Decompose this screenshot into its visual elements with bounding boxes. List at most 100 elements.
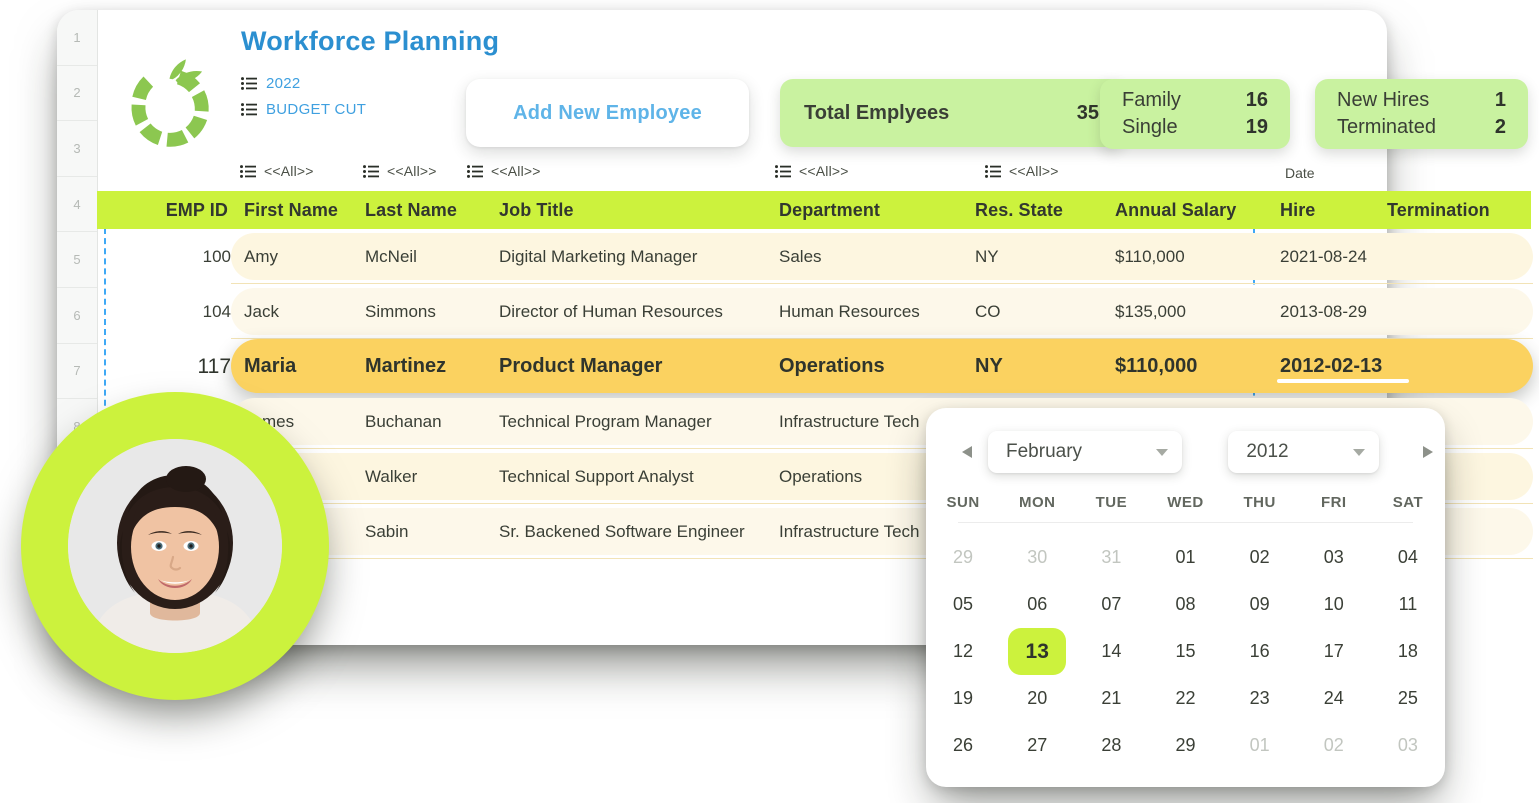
column-header-res-state[interactable]: Res. State	[975, 191, 1110, 229]
cell-emp-id[interactable]: 104	[135, 284, 231, 339]
column-header-emp-id[interactable]: EMP ID	[132, 191, 228, 229]
year-select[interactable]: 2012	[1228, 431, 1379, 473]
column-header-last-name[interactable]: Last Name	[365, 191, 497, 229]
cell-first[interactable]: Jack	[244, 284, 364, 339]
cell-salary[interactable]: $135,000	[1115, 284, 1275, 339]
cell-first[interactable]: Maria	[244, 339, 364, 394]
column-filter-1[interactable]: <<All>>	[363, 163, 437, 179]
cell-last[interactable]: Sabin	[365, 504, 497, 559]
cell-job[interactable]: Technical Support Analyst	[499, 449, 769, 504]
cell-last[interactable]: Walker	[365, 449, 497, 504]
calendar-day[interactable]: 27	[1000, 722, 1074, 769]
cell-dept[interactable]: Operations	[779, 339, 969, 394]
column-header-termination[interactable]: Termination	[1387, 191, 1537, 229]
cell-salary[interactable]: $110,000	[1115, 339, 1275, 394]
calendar-day[interactable]: 22	[1148, 675, 1222, 722]
calendar-day[interactable]: 10	[1297, 581, 1371, 628]
row-number-cell[interactable]: 7	[57, 344, 97, 400]
add-new-employee-button[interactable]: Add New Employee	[466, 79, 749, 147]
column-header-first-name[interactable]: First Name	[244, 191, 364, 229]
calendar-day[interactable]: 19	[926, 675, 1000, 722]
calendar-day[interactable]: 29	[1148, 722, 1222, 769]
cell-job[interactable]: Sr. Backened Software Engineer	[499, 504, 769, 559]
calendar-day[interactable]: 01	[1148, 534, 1222, 581]
calendar-day[interactable]: 01	[1223, 722, 1297, 769]
table-row[interactable]: 117 Maria Martinez Product Manager Operation…	[97, 339, 1533, 394]
calendar-day[interactable]: 26	[926, 722, 1000, 769]
calendar-day[interactable]: 02	[1297, 722, 1371, 769]
calendar-day[interactable]: 23	[1223, 675, 1297, 722]
cell-first[interactable]: Amy	[244, 229, 364, 284]
cell-last[interactable]: Martinez	[365, 339, 497, 394]
calendar-day[interactable]: 09	[1223, 581, 1297, 628]
calendar-day[interactable]: 03	[1371, 722, 1445, 769]
calendar-day[interactable]: 07	[1074, 581, 1148, 628]
calendar-day[interactable]: 21	[1074, 675, 1148, 722]
column-filter-4[interactable]: <<All>>	[985, 163, 1059, 179]
cell-last[interactable]: Simmons	[365, 284, 497, 339]
kpi-value: 19	[1245, 116, 1268, 138]
row-number-cell[interactable]: 6	[57, 288, 97, 344]
calendar-day[interactable]: 29	[926, 534, 1000, 581]
cell-state[interactable]: NY	[975, 339, 1110, 394]
calendar-day[interactable]: 03	[1297, 534, 1371, 581]
cell-job[interactable]: Technical Program Manager	[499, 394, 769, 449]
calendar-day[interactable]: 30	[1000, 534, 1074, 581]
cell-emp-id[interactable]: 117	[135, 339, 231, 394]
calendar-day-selected[interactable]: 13	[1000, 628, 1074, 675]
calendar-day[interactable]: 24	[1297, 675, 1371, 722]
calendar-day[interactable]: 05	[926, 581, 1000, 628]
cell-salary[interactable]: $110,000	[1115, 229, 1275, 284]
filter-label: <<All>>	[1009, 163, 1059, 179]
calendar-day[interactable]: 18	[1371, 628, 1445, 675]
meta-item-budget[interactable]: BUDGET CUT	[241, 98, 366, 120]
calendar-day[interactable]: 17	[1297, 628, 1371, 675]
cell-dept[interactable]: Human Resources	[779, 284, 969, 339]
month-select[interactable]: February	[988, 431, 1183, 473]
row-number-cell[interactable]: 1	[57, 10, 97, 66]
cell-emp-id[interactable]: 100	[135, 229, 231, 284]
cell-state[interactable]: CO	[975, 284, 1110, 339]
column-header-department[interactable]: Department	[779, 191, 969, 229]
column-header-annual-salary[interactable]: Annual Salary	[1115, 191, 1275, 229]
row-number-cell[interactable]: 2	[57, 66, 97, 122]
cell-dept[interactable]: Sales	[779, 229, 969, 284]
calendar-day[interactable]: 14	[1074, 628, 1148, 675]
cell-state[interactable]: NY	[975, 229, 1110, 284]
meta-item-year[interactable]: 2022	[241, 72, 366, 94]
calendar-day[interactable]: 31	[1074, 534, 1148, 581]
row-number-cell[interactable]: 3	[57, 121, 97, 177]
cell-job[interactable]: Product Manager	[499, 339, 769, 394]
calendar-day[interactable]: 20	[1000, 675, 1074, 722]
calendar-day[interactable]: 16	[1223, 628, 1297, 675]
table-row[interactable]: 104 Jack Simmons Director of Human Resource…	[97, 284, 1533, 339]
cell-last[interactable]: Buchanan	[365, 394, 497, 449]
row-number-cell[interactable]: 5	[57, 232, 97, 288]
column-header-hire[interactable]: Hire	[1280, 191, 1400, 229]
column-header-job-title[interactable]: Job Title	[499, 191, 769, 229]
calendar-day[interactable]: 25	[1371, 675, 1445, 722]
calendar-day[interactable]: 08	[1148, 581, 1222, 628]
cell-hire[interactable]: 2012-02-13	[1280, 339, 1400, 394]
column-filter-3[interactable]: <<All>>	[775, 163, 849, 179]
calendar-day[interactable]: 02	[1223, 534, 1297, 581]
calendar-day[interactable]: 04	[1371, 534, 1445, 581]
triangle-left-icon[interactable]	[950, 435, 984, 469]
cell-last[interactable]: McNeil	[365, 229, 497, 284]
column-filter-0[interactable]: <<All>>	[240, 163, 314, 179]
table-row[interactable]: 100 Amy McNeil Digital Marketing Manager Sal…	[97, 229, 1533, 284]
filter-label: <<All>>	[491, 163, 541, 179]
cell-job[interactable]: Digital Marketing Manager	[499, 229, 769, 284]
triangle-right-icon[interactable]	[1411, 435, 1445, 469]
cell-hire[interactable]: 2013-08-29	[1280, 284, 1400, 339]
column-filter-2[interactable]: <<All>>	[467, 163, 541, 179]
calendar-day[interactable]: 11	[1371, 581, 1445, 628]
cell-hire[interactable]: 2021-08-24	[1280, 229, 1400, 284]
calendar-day[interactable]: 28	[1074, 722, 1148, 769]
row-number-cell[interactable]: 4	[57, 177, 97, 233]
calendar-day[interactable]: 06	[1000, 581, 1074, 628]
calendar-day[interactable]: 12	[926, 628, 1000, 675]
cell-job[interactable]: Director of Human Resources	[499, 284, 769, 339]
calendar-week: 19 20 21 22 23 24 25	[926, 675, 1445, 722]
calendar-day[interactable]: 15	[1148, 628, 1222, 675]
